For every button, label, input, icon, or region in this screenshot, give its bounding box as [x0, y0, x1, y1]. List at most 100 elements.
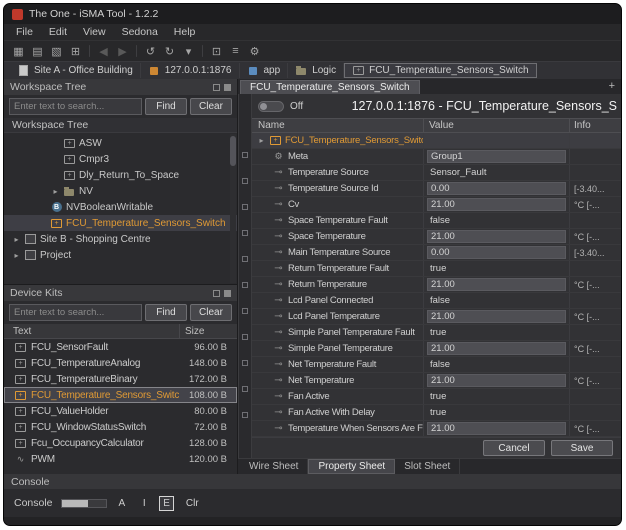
- kit-row[interactable]: FCU_Temperature_Sensors_Switch 108.00 B: [4, 387, 237, 403]
- list-icon[interactable]: ≡: [227, 43, 244, 59]
- tree-item[interactable]: ▸ Site B - Shopping Centre: [4, 231, 237, 247]
- save-button[interactable]: Save: [551, 440, 613, 456]
- settings-icon[interactable]: ⚙: [246, 43, 263, 59]
- breadcrumb-item[interactable]: Site A - Office Building: [10, 63, 141, 78]
- breadcrumb-item[interactable]: Logic: [288, 63, 344, 78]
- kit-row[interactable]: FCU_TemperatureBinary 172.00 B: [4, 371, 237, 387]
- workspace-tree-root[interactable]: Workspace Tree: [4, 118, 237, 133]
- property-value[interactable]: false: [427, 359, 453, 371]
- property-row[interactable]: Lcd Panel Temperature 21.00 °C [-...: [252, 309, 621, 325]
- expander-icon[interactable]: ▸: [12, 235, 21, 244]
- property-value[interactable]: 21.00: [427, 342, 566, 355]
- property-value[interactable]: false: [427, 295, 453, 307]
- undo-icon[interactable]: ↺: [142, 43, 159, 59]
- kits-find-button[interactable]: Find: [145, 304, 187, 321]
- property-row[interactable]: Temperature Source Sensor_Fault: [252, 165, 621, 181]
- pin-icon[interactable]: [213, 290, 220, 297]
- property-value[interactable]: Sensor_Fault: [427, 167, 490, 179]
- property-value[interactable]: true: [427, 263, 449, 275]
- property-row[interactable]: Simple Panel Temperature Fault true: [252, 325, 621, 341]
- property-value[interactable]: 0.00: [427, 246, 566, 259]
- property-row[interactable]: Net Temperature 21.00 °C [-...: [252, 373, 621, 389]
- property-row[interactable]: Fan Active true: [252, 389, 621, 405]
- column-header-name[interactable]: Name: [252, 119, 424, 132]
- toolbar-separator[interactable]: [202, 45, 203, 57]
- property-row[interactable]: Temperature When Sensors Are Fault 21.00…: [252, 421, 621, 437]
- redo-dropdown-icon[interactable]: ▾: [180, 43, 197, 59]
- back-icon[interactable]: ◀: [95, 43, 112, 59]
- pin-icon[interactable]: [213, 84, 220, 91]
- sheet-tab[interactable]: Slot Sheet: [395, 459, 460, 474]
- column-header-size[interactable]: Size: [180, 326, 237, 337]
- property-row[interactable]: Fan Active With Delay true: [252, 405, 621, 421]
- panels-icon[interactable]: ▤: [29, 43, 46, 59]
- console-filter-button[interactable]: E: [159, 496, 174, 511]
- add-tab-button[interactable]: +: [609, 80, 615, 93]
- property-row[interactable]: Space Temperature 21.00 °C [-...: [252, 229, 621, 245]
- console-filter-button[interactable]: A: [115, 496, 130, 511]
- kit-row[interactable]: FCU_WindowStatusSwitch 72.00 B: [4, 419, 237, 435]
- sheet-tab[interactable]: Wire Sheet: [240, 459, 308, 474]
- forward-icon[interactable]: ▶: [114, 43, 131, 59]
- expander-icon[interactable]: ▸: [12, 251, 21, 260]
- property-row[interactable]: Main Temperature Source 0.00 [-3.40...: [252, 245, 621, 261]
- tab-fcu-temperature-sensors-switch[interactable]: FCU_Temperature_Sensors_Switch: [240, 80, 420, 94]
- kit-row[interactable]: PWM 120.00 B: [4, 451, 237, 467]
- property-value[interactable]: 21.00: [427, 310, 566, 323]
- tree-item[interactable]: FCU_Temperature_Sensors_Switch: [4, 215, 237, 231]
- kit-row[interactable]: Fcu_OccupancyCalculator 128.00 B: [4, 435, 237, 451]
- property-row[interactable]: Net Temperature Fault false: [252, 357, 621, 373]
- property-value[interactable]: true: [427, 391, 449, 403]
- tree-item[interactable]: Dly_Return_To_Space: [4, 167, 237, 183]
- grid-icon[interactable]: ⊞: [67, 43, 84, 59]
- tree-item[interactable]: Cmpr3: [4, 151, 237, 167]
- tree-item[interactable]: NVBooleanWritable: [4, 199, 237, 215]
- menu-item[interactable]: Sedona: [114, 26, 166, 38]
- property-row[interactable]: Cv 21.00 °C [-...: [252, 197, 621, 213]
- breadcrumb-item[interactable]: FCU_Temperature_Sensors_Switch: [344, 63, 537, 78]
- toolbar-separator[interactable]: [89, 45, 90, 57]
- menu-item[interactable]: View: [75, 26, 114, 38]
- property-row[interactable]: Space Temperature Fault false: [252, 213, 621, 229]
- property-row[interactable]: Return Temperature Fault true: [252, 261, 621, 277]
- column-header-text[interactable]: Text: [4, 324, 180, 338]
- kit-row[interactable]: FCU_SensorFault 96.00 B: [4, 339, 237, 355]
- expander-icon[interactable]: ▸: [51, 187, 60, 196]
- live-mode-toggle[interactable]: [258, 101, 284, 112]
- property-value[interactable]: 21.00: [427, 198, 566, 211]
- property-value[interactable]: true: [427, 327, 449, 339]
- tree-item[interactable]: ▸ NV: [4, 183, 237, 199]
- property-row[interactable]: Return Temperature 21.00 °C [-...: [252, 277, 621, 293]
- workspace-find-button[interactable]: Find: [145, 98, 187, 115]
- workspace-search-input[interactable]: [9, 98, 142, 115]
- property-row[interactable]: Temperature Source Id 0.00 [-3.40...: [252, 181, 621, 197]
- tiles-icon[interactable]: ▧: [48, 43, 65, 59]
- property-value[interactable]: 21.00: [427, 278, 566, 291]
- property-value[interactable]: 21.00: [427, 374, 566, 387]
- breadcrumb-item[interactable]: 127.0.0.1:1876: [141, 63, 240, 78]
- property-value[interactable]: 21.00: [427, 422, 566, 435]
- tree-item[interactable]: ▸ Project: [4, 247, 237, 263]
- expander-icon[interactable]: ▸: [257, 136, 266, 145]
- kit-row[interactable]: FCU_TemperatureAnalog 148.00 B: [4, 355, 237, 371]
- console-filter-button[interactable]: Clr: [182, 496, 203, 511]
- kits-clear-button[interactable]: Clear: [190, 304, 232, 321]
- component-group-row[interactable]: ▸ FCU_Temperature_Sensors_Switch: [252, 133, 621, 149]
- column-header-info[interactable]: Info: [570, 120, 621, 131]
- property-row[interactable]: Meta Group1: [252, 149, 621, 165]
- menu-item[interactable]: Help: [166, 26, 204, 38]
- toolbar-separator[interactable]: [136, 45, 137, 57]
- kits-search-input[interactable]: [9, 304, 142, 321]
- redo-icon[interactable]: ↻: [161, 43, 178, 59]
- property-row[interactable]: Simple Panel Temperature 21.00 °C [-...: [252, 341, 621, 357]
- console-filter-button[interactable]: I: [137, 496, 151, 511]
- property-value[interactable]: false: [427, 215, 453, 227]
- tree-item[interactable]: ASW: [4, 135, 237, 151]
- cancel-button[interactable]: Cancel: [483, 440, 545, 456]
- property-value[interactable]: true: [427, 407, 449, 419]
- connect-icon[interactable]: ▦: [10, 43, 27, 59]
- scrollbar-thumb[interactable]: [230, 136, 236, 166]
- breadcrumb-item[interactable]: app: [240, 63, 289, 78]
- property-row[interactable]: Lcd Panel Connected false: [252, 293, 621, 309]
- collapse-panel-icon[interactable]: [224, 290, 231, 297]
